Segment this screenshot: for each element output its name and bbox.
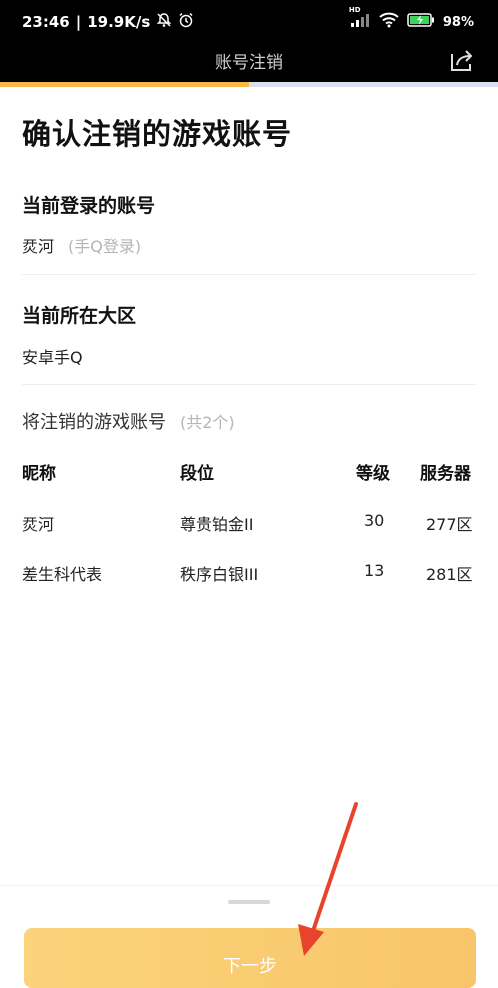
status-speed: 19.9K/s bbox=[87, 13, 151, 31]
table-cell-level: 13 bbox=[364, 561, 385, 580]
current-account-value-row: 烎河 (手Q登录) bbox=[22, 233, 141, 257]
current-account-label: 当前登录的账号 bbox=[22, 195, 156, 217]
step-progress-fill bbox=[0, 82, 249, 87]
status-right: HD 98% bbox=[349, 6, 474, 32]
next-step-button[interactable]: 下一步 bbox=[24, 928, 476, 988]
drag-handle[interactable] bbox=[228, 900, 270, 904]
table-header-server: 服务器 bbox=[420, 464, 471, 484]
wifi-icon bbox=[379, 12, 399, 32]
battery-icon bbox=[407, 12, 435, 32]
current-account-hint: (手Q登录) bbox=[68, 237, 142, 256]
page-title: 账号注销 bbox=[215, 53, 283, 73]
current-account-value: 烎河 bbox=[22, 237, 55, 256]
table-cell-nickname: 差生科代表 bbox=[22, 565, 103, 584]
bottom-divider bbox=[0, 885, 498, 886]
table-cell-rank: 尊贵铂金II bbox=[180, 515, 254, 534]
to-cancel-hint: (共2个) bbox=[180, 413, 235, 432]
table-cell-nickname: 烎河 bbox=[22, 515, 55, 534]
mute-bell-icon bbox=[156, 12, 172, 32]
step-progress bbox=[0, 82, 498, 87]
top-bar: 23:46 | 19.9K/s HD 98% 账号注销 bbox=[0, 0, 498, 82]
status-left: 23:46 | 19.9K/s bbox=[22, 12, 194, 32]
alarm-icon bbox=[178, 12, 194, 32]
region-value: 安卓手Q bbox=[22, 348, 83, 367]
hd-label: HD bbox=[348, 6, 361, 14]
status-separator: | bbox=[75, 13, 82, 31]
to-cancel-label: 将注销的游戏账号 bbox=[22, 412, 166, 433]
share-icon[interactable] bbox=[448, 46, 476, 74]
divider bbox=[22, 384, 476, 385]
table-header-nickname: 昵称 bbox=[22, 464, 56, 484]
annotation-arrow-icon bbox=[298, 802, 358, 956]
status-time: 23:46 bbox=[22, 13, 70, 31]
divider bbox=[22, 274, 476, 275]
table-cell-level: 30 bbox=[364, 511, 385, 530]
status-bar: 23:46 | 19.9K/s HD 98% bbox=[0, 0, 498, 42]
signal-icon: HD bbox=[349, 6, 371, 32]
title-bar: 账号注销 bbox=[0, 42, 498, 82]
page-heading: 确认注销的游戏账号 bbox=[22, 117, 293, 151]
table-cell-server: 281区 bbox=[426, 565, 473, 584]
table-header-level: 等级 bbox=[356, 464, 390, 484]
to-cancel-row: 将注销的游戏账号 (共2个) bbox=[22, 408, 235, 434]
table-header-rank: 段位 bbox=[180, 464, 214, 484]
region-label: 当前所在大区 bbox=[22, 305, 137, 327]
table-cell-server: 277区 bbox=[426, 515, 473, 534]
battery-percent: 98% bbox=[442, 14, 474, 30]
table-cell-rank: 秩序白银III bbox=[180, 565, 259, 584]
